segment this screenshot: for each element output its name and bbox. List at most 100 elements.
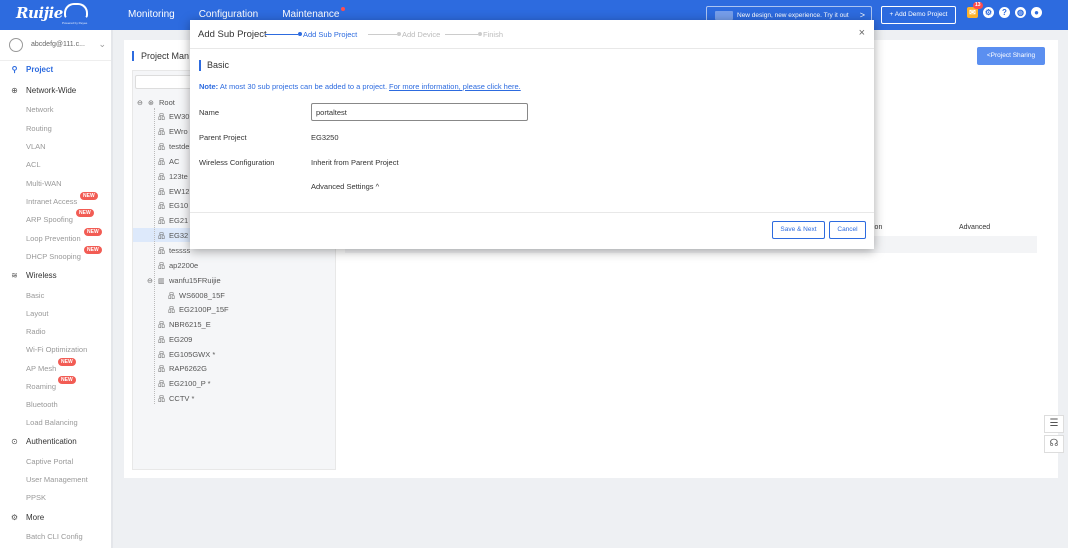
tree-node-building[interactable]: ⊖ ▥ wanfu15FRuijie [147, 276, 221, 285]
sidebar-item-bluetooth[interactable]: Bluetooth [26, 400, 58, 409]
user-menu[interactable]: abcdefg@111.c... ⌄ [9, 38, 106, 54]
logo-subtitle: Powered by Reyee [62, 21, 88, 25]
notification-icon[interactable]: ✉ 13 [967, 2, 983, 18]
tree-node[interactable]: 品 EG2100_P * [158, 379, 211, 389]
network-icon: 品 [158, 218, 165, 225]
network-icon: 品 [158, 366, 165, 373]
sidebar-item-batch-cli-config[interactable]: Batch CLI Config [26, 532, 83, 541]
save-next-button[interactable]: Save & Next [772, 221, 825, 239]
sidebar-section-authentication[interactable]: ⊙ Authentication [10, 437, 77, 446]
header-icons: ✉ 13 ⚙ ? ◍ ● [967, 2, 1042, 18]
name-input[interactable] [311, 103, 528, 121]
tree-node[interactable]: 品 123te [158, 172, 188, 182]
sidebar-section-more[interactable]: ⚙ More [10, 513, 44, 522]
sidebar-item-intranet-access[interactable]: Intranet Access [26, 197, 77, 206]
support-headset-icon[interactable]: ☊ [1044, 435, 1064, 453]
nav-maintenance[interactable]: Maintenance [282, 7, 363, 20]
tree-node[interactable]: 品 EW30 [158, 112, 189, 122]
sidebar-item-dhcp-snooping[interactable]: DHCP Snooping [26, 252, 81, 261]
settings-icon[interactable]: ⚙ [983, 7, 994, 18]
sidebar-item-arp-spoofing[interactable]: ARP Spoofing [26, 215, 73, 224]
add-demo-project-button[interactable]: + Add Demo Project [881, 6, 956, 24]
close-icon[interactable]: × [859, 27, 865, 39]
tree-node-selected[interactable]: 品 EG32 [158, 231, 188, 241]
add-sub-project-dialog: Add Sub Project Add Sub Project Add Devi… [190, 20, 874, 249]
tree-node-label: 123te [169, 172, 188, 181]
sidebar-item-load-balancing[interactable]: Load Balancing [26, 418, 78, 427]
cancel-button[interactable]: Cancel [829, 221, 866, 239]
tree-node-label: tessss [169, 246, 191, 255]
nav-configuration[interactable]: Configuration [199, 9, 258, 20]
sidebar-item-ap-mesh[interactable]: AP Mesh [26, 364, 56, 373]
dialog-title: Add Sub Project [198, 29, 267, 40]
gear-icon: ⚙ [10, 513, 19, 522]
sidebar-section-wireless[interactable]: ≋ Wireless [10, 271, 57, 280]
account-icon[interactable]: ● [1031, 7, 1042, 18]
sidebar-label-more: More [26, 513, 45, 522]
sidebar-item-user-management[interactable]: User Management [26, 475, 88, 484]
notification-badge: 13 [973, 2, 983, 9]
more-info-link[interactable]: For more information, please click here. [389, 82, 521, 91]
sidebar-item-network[interactable]: Network [26, 105, 54, 114]
tree-node[interactable]: 品 CCTV * [158, 394, 194, 404]
tree-node[interactable]: 品 AC [158, 157, 179, 167]
tree-node[interactable]: 品 RAP6262G [158, 364, 207, 374]
ruijie-logo[interactable]: Ruijie Powered by Reyee [16, 3, 91, 26]
network-icon: 品 [158, 263, 165, 270]
step-connector [445, 34, 478, 35]
help-icon[interactable]: ? [999, 7, 1010, 18]
sidebar-item-acl[interactable]: ACL [26, 160, 41, 169]
project-sharing-button[interactable]: <Project Sharing [977, 47, 1045, 65]
sidebar-item-project[interactable]: ⚲ Project [10, 65, 54, 74]
tree-node-label: AC [169, 157, 180, 166]
sidebar-item-roaming[interactable]: Roaming [26, 382, 56, 391]
tree-node[interactable]: 品 EG10 [158, 201, 188, 211]
new-badge: NEW [84, 246, 102, 254]
sidebar-item-radio[interactable]: Radio [26, 327, 46, 336]
tree-guide-line [154, 108, 155, 404]
tree-node[interactable]: 品 EG21 [158, 216, 188, 226]
sidebar-item-loop-prevention[interactable]: Loop Prevention [26, 234, 81, 243]
network-icon: 品 [158, 203, 165, 210]
user-name: abcdefg@111.c... [31, 41, 85, 48]
sidebar-item-vlan[interactable]: VLAN [26, 142, 46, 151]
tree-node[interactable]: 品 WS6008_15F [168, 291, 225, 301]
tree-node[interactable]: 品 tessss [158, 246, 190, 256]
step-dot-active [298, 32, 302, 36]
dialog-footer-divider [190, 212, 874, 213]
new-badge: NEW [76, 209, 94, 217]
sidebar-item-wifi-optimization[interactable]: Wi-Fi Optimization [26, 345, 87, 354]
avatar-icon [9, 38, 23, 52]
nav-monitoring[interactable]: Monitoring [128, 9, 175, 20]
sidebar: abcdefg@111.c... ⌄ [0, 30, 113, 548]
tree-node[interactable]: 品 EG2100P_15F [168, 305, 229, 315]
language-icon[interactable]: ◍ [1015, 7, 1026, 18]
sidebar-item-basic[interactable]: Basic [26, 291, 44, 300]
sidebar-item-layout[interactable]: Layout [26, 309, 49, 318]
tree-node-label: EG105GWX * [169, 350, 216, 359]
step-connector [368, 34, 397, 35]
tree-node[interactable]: 品 testde [158, 142, 189, 152]
nav-maintenance-label: Maintenance [282, 9, 340, 20]
advanced-settings-toggle[interactable]: Advanced Settings ^ [311, 182, 379, 191]
tree-node[interactable]: 品 ap2200e [158, 261, 198, 271]
tree-node[interactable]: 品 NBR6215_E [158, 320, 211, 330]
tree-node[interactable]: 品 EG105GWX * [158, 350, 215, 360]
sidebar-item-captive-portal[interactable]: Captive Portal [26, 457, 73, 466]
network-icon: 品 [158, 159, 165, 166]
sidebar-label-network-wide: Network-Wide [26, 86, 77, 95]
tree-node[interactable]: 品 EW12 [158, 187, 189, 197]
wireless-config-value: Inherit from Parent Project [311, 158, 399, 167]
tree-node-root[interactable]: ⊖ ⊛ Root [137, 98, 175, 107]
sidebar-item-multi-wan[interactable]: Multi-WAN [26, 179, 62, 188]
tree-node[interactable]: 品 EWro [158, 127, 188, 137]
note-text: Note: At most 30 sub projects can be add… [199, 82, 521, 91]
sidebar-section-network-wide[interactable]: ⊕ Network-Wide [10, 86, 76, 95]
collapse-icon: ⊖ [147, 278, 153, 285]
sidebar-item-routing[interactable]: Routing [26, 124, 52, 133]
feedback-icon[interactable]: ☰ [1044, 415, 1064, 433]
tree-node[interactable]: 品 EG209 [158, 335, 192, 345]
network-icon: 品 [158, 114, 165, 121]
sidebar-item-ppsk[interactable]: PPSK [26, 493, 46, 502]
network-icon: 品 [158, 144, 165, 151]
